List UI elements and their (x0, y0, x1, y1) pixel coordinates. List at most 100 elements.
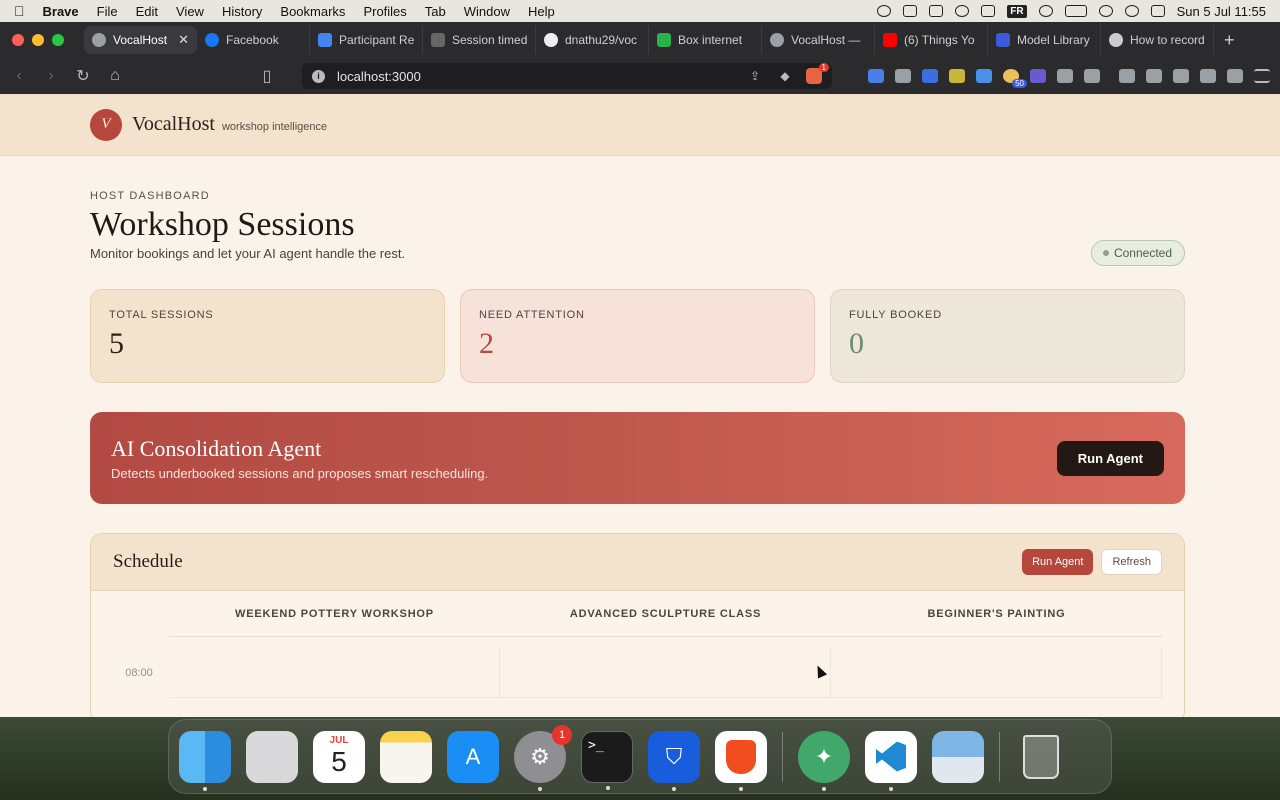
menu-app-name[interactable]: Brave (43, 4, 79, 19)
run-agent-button[interactable]: Run Agent (1056, 440, 1164, 476)
control-center-icon[interactable] (1150, 5, 1165, 17)
preview-icon[interactable] (932, 730, 984, 783)
grammarly-icon (431, 33, 445, 47)
bookmark-icon[interactable]: ▯ (258, 66, 276, 86)
forward-icon[interactable]: › (42, 67, 60, 85)
schedule-cell[interactable] (831, 648, 1162, 698)
back-icon[interactable]: ‹ (10, 67, 28, 85)
tab-vocalhost-2[interactable]: VocalHost — (762, 26, 875, 54)
brave-browser-icon[interactable] (715, 730, 767, 791)
menu-history[interactable]: History (222, 4, 262, 19)
clock[interactable]: Sun 5 Jul 11:55 (1177, 4, 1266, 19)
terminal-prompt: >_ (588, 737, 604, 753)
fullscreen-window-icon[interactable] (52, 34, 64, 46)
new-tab-icon[interactable]: + (1224, 30, 1235, 51)
wifi-icon[interactable] (1098, 5, 1113, 17)
launchpad-icon[interactable] (246, 730, 298, 783)
sparkle-icon[interactable] (1200, 69, 1216, 83)
home-icon[interactable]: ⌂ (106, 67, 124, 85)
calendar-icon[interactable]: JUL 5 (313, 730, 365, 783)
brave-shields-icon[interactable]: ◆ (776, 69, 794, 83)
menu-tab[interactable]: Tab (425, 4, 446, 19)
schedule-cell[interactable] (169, 648, 500, 698)
menu-view[interactable]: View (176, 4, 204, 19)
menu-profiles[interactable]: Profiles (363, 4, 406, 19)
system-settings-icon[interactable]: ⚙ 1 (514, 724, 572, 791)
menu-file[interactable]: File (97, 4, 118, 19)
agent-text: AI Consolidation Agent Detects underbook… (111, 436, 488, 481)
close-tab-icon[interactable]: ✕ (178, 32, 189, 48)
bolt-icon[interactable] (981, 5, 996, 17)
extension-icon[interactable] (868, 69, 884, 83)
menu-help[interactable]: Help (528, 4, 555, 19)
trash-icon[interactable] (1015, 731, 1067, 783)
share-icon[interactable]: ⇪ (746, 69, 764, 83)
record-icon[interactable] (877, 5, 892, 17)
status-dot-icon (1102, 250, 1109, 256)
close-window-icon[interactable] (12, 34, 24, 46)
refresh-button[interactable]: Refresh (1101, 549, 1162, 575)
sidebar-icon[interactable] (1146, 69, 1162, 83)
finder-icon[interactable] (179, 730, 231, 791)
tab-facebook[interactable]: Facebook (197, 26, 310, 54)
tab-github[interactable]: dnathu29/voc (536, 26, 649, 54)
rewards-count-badge: 1 (818, 63, 829, 72)
tab-participant[interactable]: Participant Re (310, 26, 423, 54)
tab-youtube[interactable]: (6) Things Yo (875, 26, 988, 54)
compass-icon[interactable] (955, 5, 970, 17)
vscode-icon[interactable] (865, 730, 917, 791)
extension-icon[interactable] (1030, 69, 1046, 83)
stat-fully-booked: FULLY BOOKED 0 (830, 289, 1185, 383)
spotlight-search-icon[interactable] (1124, 5, 1139, 17)
minimize-window-icon[interactable] (32, 34, 44, 46)
schedule-run-agent-button[interactable]: Run Agent (1022, 549, 1094, 575)
schedule-columns (169, 637, 1162, 698)
extension-badge: 50 (1012, 79, 1027, 88)
schedule-grid: 08:00 (91, 637, 1184, 698)
play-icon[interactable] (1038, 5, 1053, 17)
logo-icon[interactable]: V (90, 108, 122, 141)
url-text[interactable]: localhost:3000 (337, 69, 421, 84)
extension-icon[interactable] (895, 69, 911, 83)
wallet-icon[interactable] (1173, 69, 1189, 83)
extension-icon[interactable] (922, 69, 938, 83)
dock-separator (782, 731, 783, 782)
tab-box-internet[interactable]: Box internet (649, 26, 762, 54)
brave-rewards-icon[interactable]: 1 (806, 63, 829, 84)
menu-icon[interactable] (1254, 69, 1270, 83)
shield-icon[interactable] (929, 5, 944, 17)
notes-icon[interactable] (380, 730, 432, 783)
avatar-extension-icon[interactable]: 50 (1003, 69, 1027, 88)
stat-value: 5 (109, 327, 124, 360)
translate-icon[interactable] (976, 69, 992, 83)
extension-icon[interactable] (949, 69, 965, 83)
menu-bookmarks[interactable]: Bookmarks (280, 4, 345, 19)
brave-lion-icon (726, 739, 756, 774)
reader-icon[interactable] (1084, 69, 1100, 83)
apple-menu-icon[interactable]:  (14, 3, 25, 19)
tab-session-timed[interactable]: Session timed (423, 26, 536, 54)
tab-how-to-record[interactable]: How to record (1101, 26, 1214, 54)
app-store-icon[interactable]: A (447, 730, 499, 783)
vpn-icon[interactable] (1227, 69, 1243, 83)
stat-label: FULLY BOOKED (849, 309, 942, 321)
input-source-badge[interactable]: FR (1007, 4, 1027, 18)
stat-label: NEED ATTENTION (479, 309, 585, 321)
terminal-icon[interactable]: >_ (581, 730, 633, 790)
site-info-icon[interactable]: i (312, 69, 325, 83)
puzzle-icon[interactable] (1057, 69, 1073, 83)
leo-icon[interactable] (1119, 69, 1135, 83)
battery-icon[interactable] (1064, 5, 1087, 17)
tab-model-library[interactable]: Model Library (988, 26, 1101, 54)
cleaner-app-icon[interactable]: ✦ (798, 730, 850, 791)
menu-edit[interactable]: Edit (136, 4, 158, 19)
reload-icon[interactable]: ↻ (74, 66, 92, 86)
menu-window[interactable]: Window (464, 4, 510, 19)
bitwarden-icon[interactable]: ⛉ (648, 730, 700, 791)
schedule-cell[interactable] (500, 648, 831, 698)
tab-vocalhost[interactable]: VocalHost ✕ (84, 26, 197, 54)
time-slot-label: 08:00 (125, 667, 153, 679)
keyboard-icon[interactable] (903, 5, 918, 17)
brand-name[interactable]: VocalHost (132, 113, 215, 136)
address-bar[interactable]: i localhost:3000 ⇪ ◆ 1 (302, 63, 832, 89)
